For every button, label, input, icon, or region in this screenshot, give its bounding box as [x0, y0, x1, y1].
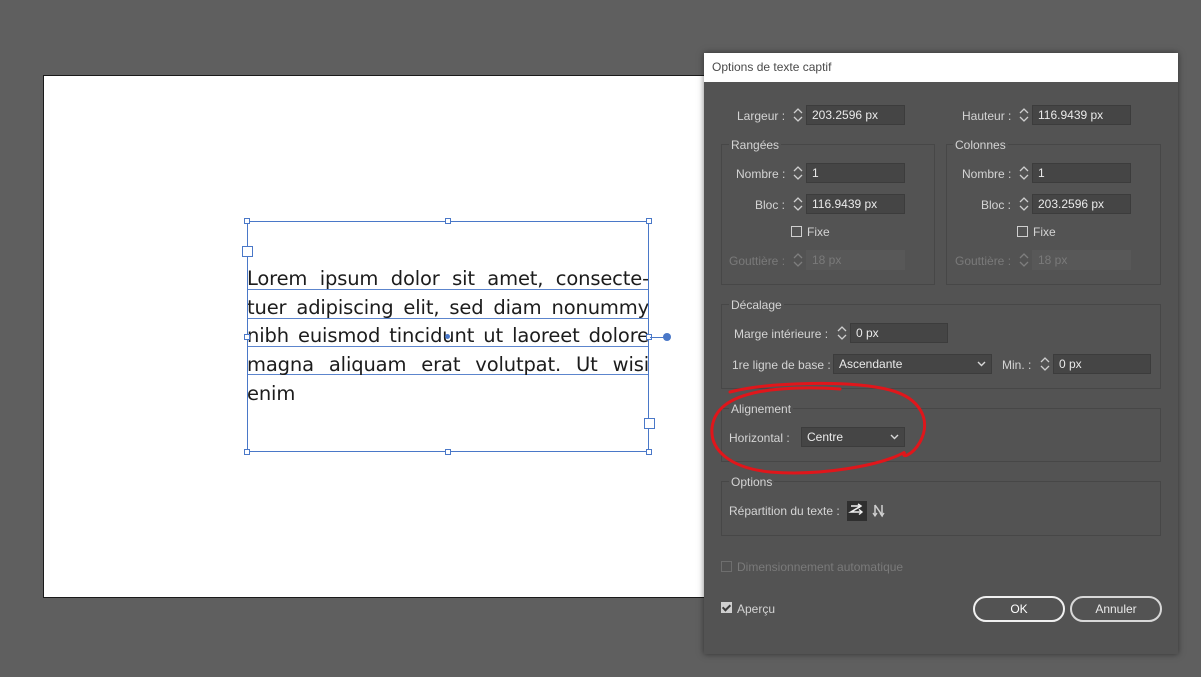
- rows-gutter-spinner-icon: [791, 250, 805, 270]
- inset-spacing-input[interactable]: 0 px: [850, 323, 948, 343]
- columns-gutter-label: Gouttière :: [955, 254, 1012, 268]
- resize-handle-left[interactable]: [244, 334, 250, 340]
- text-flow-label: Répartition du texte :: [729, 504, 840, 518]
- min-label: Min. :: [1002, 358, 1032, 372]
- area-type-options-dialog: Options de texte captif Largeur : 203.25…: [704, 53, 1178, 654]
- resize-handle-top-right[interactable]: [646, 218, 652, 224]
- offset-group: [721, 304, 1161, 389]
- columns-span-spinner-icon[interactable]: [1017, 194, 1031, 214]
- cancel-button[interactable]: Annuler: [1070, 596, 1162, 622]
- columns-gutter-input: 18 px: [1032, 250, 1131, 270]
- columns-count-input[interactable]: 1: [1032, 163, 1131, 183]
- center-point: [445, 334, 450, 339]
- inset-spacing-label: Marge intérieure :: [734, 327, 829, 341]
- width-spinner-icon[interactable]: [791, 105, 805, 125]
- columns-fixed-label: Fixe: [1033, 225, 1056, 239]
- min-input[interactable]: 0 px: [1053, 354, 1151, 374]
- columns-gutter-spinner-icon: [1017, 250, 1031, 270]
- height-input[interactable]: 116.9439 px: [1032, 105, 1131, 125]
- rows-span-spinner-icon[interactable]: [791, 194, 805, 214]
- horizontal-label: Horizontal :: [729, 431, 790, 445]
- columns-span-label: Bloc :: [981, 198, 1012, 212]
- columns-span-input[interactable]: 203.2596 px: [1032, 194, 1131, 214]
- rows-title: Rangées: [729, 138, 782, 152]
- out-port[interactable]: [644, 418, 655, 429]
- rows-fixed-checkbox[interactable]: [791, 226, 802, 237]
- horizontal-align-select[interactable]: Centre: [801, 427, 905, 447]
- preview-checkbox[interactable]: [721, 602, 732, 613]
- widget-handle[interactable]: [663, 333, 671, 341]
- width-input[interactable]: 203.2596 px: [806, 105, 905, 125]
- rows-count-spinner-icon[interactable]: [791, 163, 805, 183]
- offset-title: Décalage: [729, 298, 784, 312]
- in-port[interactable]: [242, 246, 253, 257]
- resize-handle-bottom[interactable]: [445, 449, 451, 455]
- rows-span-input[interactable]: 116.9439 px: [806, 194, 905, 214]
- height-label: Hauteur :: [962, 109, 1012, 123]
- first-baseline-label: 1re ligne de base :: [732, 358, 831, 372]
- resize-handle-bottom-left[interactable]: [244, 449, 250, 455]
- height-spinner-icon[interactable]: [1017, 105, 1031, 125]
- first-baseline-value: Ascendante: [839, 357, 903, 371]
- flow-by-rows-icon[interactable]: [847, 501, 867, 521]
- chevron-down-icon: [977, 361, 986, 367]
- rows-gutter-input: 18 px: [806, 250, 905, 270]
- rows-count-label: Nombre :: [736, 167, 786, 181]
- columns-count-spinner-icon[interactable]: [1017, 163, 1031, 183]
- width-label: Largeur :: [737, 109, 786, 123]
- options-title: Options: [729, 475, 775, 489]
- widget-connector: [650, 337, 664, 338]
- columns-fixed-checkbox[interactable]: [1017, 226, 1028, 237]
- auto-size-checkbox: [721, 561, 732, 572]
- rows-span-label: Bloc :: [755, 198, 786, 212]
- rows-count-input[interactable]: 1: [806, 163, 905, 183]
- rows-gutter-label: Gouttière :: [729, 254, 786, 268]
- resize-handle-bottom-right[interactable]: [646, 449, 652, 455]
- horizontal-align-value: Centre: [807, 430, 844, 444]
- resize-handle-top[interactable]: [445, 218, 451, 224]
- first-baseline-select[interactable]: Ascendante: [833, 354, 992, 374]
- min-spinner-icon[interactable]: [1038, 354, 1052, 374]
- columns-title: Colonnes: [953, 138, 1008, 152]
- resize-handle-top-left[interactable]: [244, 218, 250, 224]
- chevron-down-icon: [890, 434, 899, 440]
- inset-spinner-icon[interactable]: [835, 323, 849, 343]
- alignment-title: Alignement: [729, 402, 794, 416]
- dialog-title[interactable]: Options de texte captif: [704, 53, 1178, 82]
- flow-by-columns-icon[interactable]: [870, 501, 890, 521]
- auto-size-label: Dimensionnement automatique: [737, 560, 904, 574]
- rows-fixed-label: Fixe: [807, 225, 830, 239]
- ok-button[interactable]: OK: [973, 596, 1065, 622]
- preview-label: Aperçu: [737, 602, 776, 616]
- columns-count-label: Nombre :: [962, 167, 1012, 181]
